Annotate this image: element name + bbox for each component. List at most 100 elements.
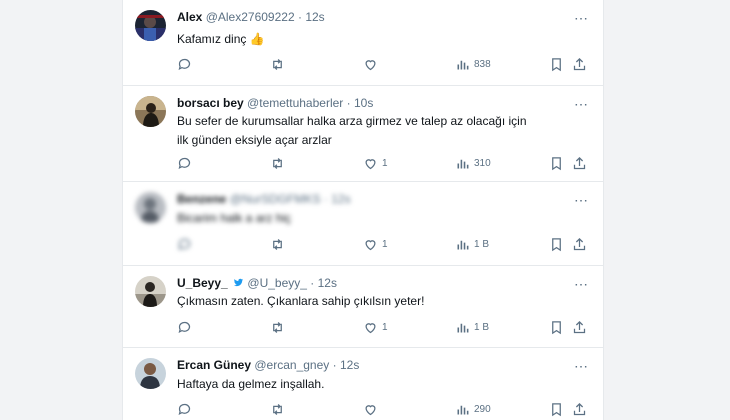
tweet-item[interactable]: borsacı bey @temettuhaberler · 10s ⋯ Bu …	[123, 86, 603, 182]
bar-chart-icon	[457, 60, 469, 70]
retweet-button[interactable]	[270, 402, 285, 417]
reply-icon	[178, 58, 191, 71]
retweet-button[interactable]	[270, 237, 285, 252]
user-name[interactable]: borsacı bey	[177, 96, 244, 110]
bar-chart-icon	[457, 405, 469, 415]
user-handle[interactable]: @ercan_gney	[254, 358, 329, 372]
tweet-item[interactable]: Benzene @NurSDGFMKS · 12s ⋯ Bicarim halk…	[123, 182, 603, 266]
user-name[interactable]: U_Beyy_	[177, 276, 228, 290]
heart-icon	[365, 60, 376, 71]
tweet-item[interactable]: Alex @Alex27609222 · 12s ⋯ Kafamız dinç …	[123, 0, 603, 86]
heart-icon	[365, 240, 376, 251]
bar-chart-icon	[457, 159, 469, 169]
user-handle[interactable]: @NurSDGFMKS	[230, 192, 321, 206]
like-button[interactable]: 1	[363, 156, 388, 171]
tweet-header: Benzene @NurSDGFMKS · 12s	[177, 192, 351, 206]
views-button[interactable]: 310	[455, 156, 491, 171]
tweet-time[interactable]: 10s	[354, 96, 373, 110]
avatar[interactable]	[135, 276, 166, 307]
share-button[interactable]	[572, 57, 587, 72]
separator-dot: ·	[310, 276, 315, 290]
tweet-time[interactable]: 12s	[331, 192, 350, 206]
more-options-icon[interactable]: ⋯	[574, 276, 589, 293]
views-button[interactable]: 290	[455, 402, 491, 417]
more-options-icon[interactable]: ⋯	[574, 358, 589, 375]
like-button[interactable]: 1	[363, 320, 388, 335]
retweet-button[interactable]	[270, 57, 285, 72]
bookmark-button[interactable]	[549, 402, 564, 417]
views-count: 838	[474, 59, 491, 70]
tweet-item[interactable]: U_Beyy_ @U_beyy_ · 12s ⋯ Çıkmasın zaten.…	[123, 266, 603, 348]
share-button[interactable]	[572, 320, 587, 335]
tweet-time[interactable]: 12s	[340, 358, 359, 372]
reply-icon	[178, 403, 191, 416]
reply-icon	[178, 157, 191, 170]
bookmark-button[interactable]	[549, 237, 564, 252]
like-button[interactable]: 1	[363, 237, 388, 252]
retweet-button[interactable]	[270, 320, 285, 335]
tweet-time[interactable]: 12s	[305, 10, 324, 24]
user-handle[interactable]: @Alex27609222	[206, 10, 295, 24]
tweet-actions: 290	[177, 402, 587, 420]
bookmark-button[interactable]	[549, 57, 564, 72]
views-button[interactable]: 838	[455, 57, 491, 72]
more-options-icon[interactable]: ⋯	[574, 192, 589, 209]
avatar[interactable]	[135, 96, 166, 127]
views-count: 310	[474, 158, 491, 169]
views-button[interactable]: 1 B	[455, 237, 489, 252]
user-handle[interactable]: @U_beyy_	[247, 276, 307, 290]
more-options-icon[interactable]: ⋯	[574, 10, 589, 27]
like-button[interactable]	[363, 57, 382, 72]
more-options-icon[interactable]: ⋯	[574, 96, 589, 113]
views-button[interactable]: 1 B	[455, 320, 489, 335]
share-button[interactable]	[572, 402, 587, 417]
heart-icon	[365, 323, 376, 334]
like-button[interactable]	[363, 402, 382, 417]
tweet-feed: Alex @Alex27609222 · 12s ⋯ Kafamız dinç …	[122, 0, 604, 420]
like-count: 1	[382, 322, 388, 333]
reply-button[interactable]	[177, 156, 192, 171]
tweet-actions: 1 310	[177, 156, 587, 174]
tweet-actions: 1 1 B	[177, 237, 587, 255]
user-handle[interactable]: @temettuhaberler	[247, 96, 343, 110]
bookmark-icon	[552, 321, 561, 335]
share-icon	[573, 320, 586, 334]
views-count: 1 B	[474, 239, 490, 250]
tweet-text: Haftaya da gelmez inşallah.	[177, 377, 325, 391]
tweet-item[interactable]: Ercan Güney @ercan_gney · 12s ⋯ Haftaya …	[123, 348, 603, 420]
reply-button[interactable]	[177, 402, 192, 417]
retweet-button[interactable]	[270, 156, 285, 171]
avatar[interactable]	[135, 10, 166, 41]
avatar[interactable]	[135, 192, 166, 223]
tweet-header: U_Beyy_ @U_beyy_ · 12s	[177, 276, 337, 290]
share-button[interactable]	[572, 156, 587, 171]
share-icon	[573, 402, 586, 416]
tweet-actions: 1 1 B	[177, 320, 587, 338]
bookmark-icon	[552, 58, 561, 72]
retweet-icon	[273, 322, 282, 333]
reply-button[interactable]	[177, 320, 192, 335]
like-count: 1	[382, 158, 388, 169]
bookmark-icon	[552, 403, 561, 417]
bookmark-button[interactable]	[549, 156, 564, 171]
share-icon	[573, 237, 586, 251]
views-count: 290	[474, 404, 491, 415]
tweet-time[interactable]: 12s	[318, 276, 337, 290]
reply-icon	[178, 238, 191, 251]
user-name[interactable]: Benzene	[177, 192, 226, 206]
like-count: 1	[382, 239, 388, 250]
heart-icon	[365, 159, 376, 170]
bookmark-icon	[552, 157, 561, 171]
separator-dot: ·	[332, 358, 337, 372]
user-name[interactable]: Alex	[177, 10, 202, 24]
reply-button[interactable]	[177, 237, 192, 252]
bookmark-button[interactable]	[549, 320, 564, 335]
tweet-header: Alex @Alex27609222 · 12s	[177, 10, 325, 24]
tweet-text: Çıkmasın zaten. Çıkanlara sahip çıkılsın…	[177, 294, 425, 308]
avatar[interactable]	[135, 358, 166, 389]
retweet-icon	[273, 239, 282, 250]
reply-button[interactable]	[177, 57, 192, 72]
user-name[interactable]: Ercan Güney	[177, 358, 251, 372]
share-button[interactable]	[572, 237, 587, 252]
tweet-header: Ercan Güney @ercan_gney · 12s	[177, 358, 359, 372]
